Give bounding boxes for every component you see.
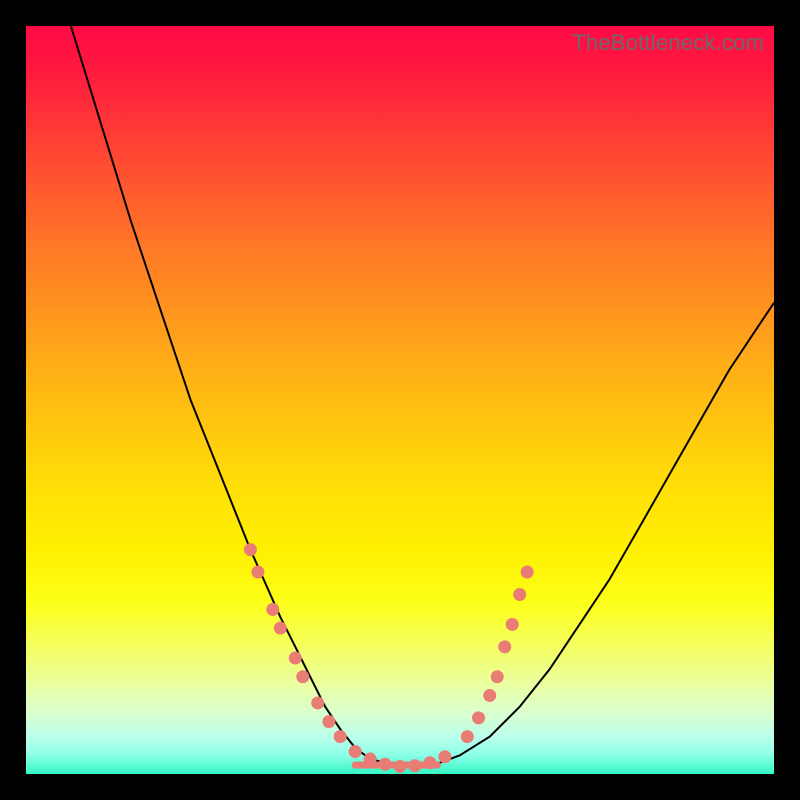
highlight-dot (379, 758, 392, 771)
highlight-dot (311, 696, 324, 709)
highlight-dot (472, 711, 485, 724)
highlight-dot (461, 730, 474, 743)
bottleneck-plot (26, 26, 774, 774)
highlight-dot (322, 715, 335, 728)
chart-frame: TheBottleneck.com (26, 26, 774, 774)
highlight-dot (349, 745, 362, 758)
highlight-dot (408, 759, 421, 772)
highlight-dot (438, 750, 451, 763)
highlight-dot (289, 652, 302, 665)
highlight-dot (513, 588, 526, 601)
highlight-dot (394, 760, 407, 773)
highlight-dot (506, 618, 519, 631)
highlight-dot (251, 566, 264, 579)
bottleneck-curve (71, 26, 774, 767)
highlight-dot (423, 756, 436, 769)
highlight-dot (364, 753, 377, 766)
highlight-dot (521, 566, 534, 579)
highlight-dot (498, 640, 511, 653)
highlight-dot (491, 670, 504, 683)
highlight-dot (296, 670, 309, 683)
highlight-dot (274, 622, 287, 635)
highlight-dot (244, 543, 257, 556)
highlight-dot (266, 603, 279, 616)
highlight-dot (334, 730, 347, 743)
highlight-dots (244, 543, 534, 773)
highlight-dot (483, 689, 496, 702)
